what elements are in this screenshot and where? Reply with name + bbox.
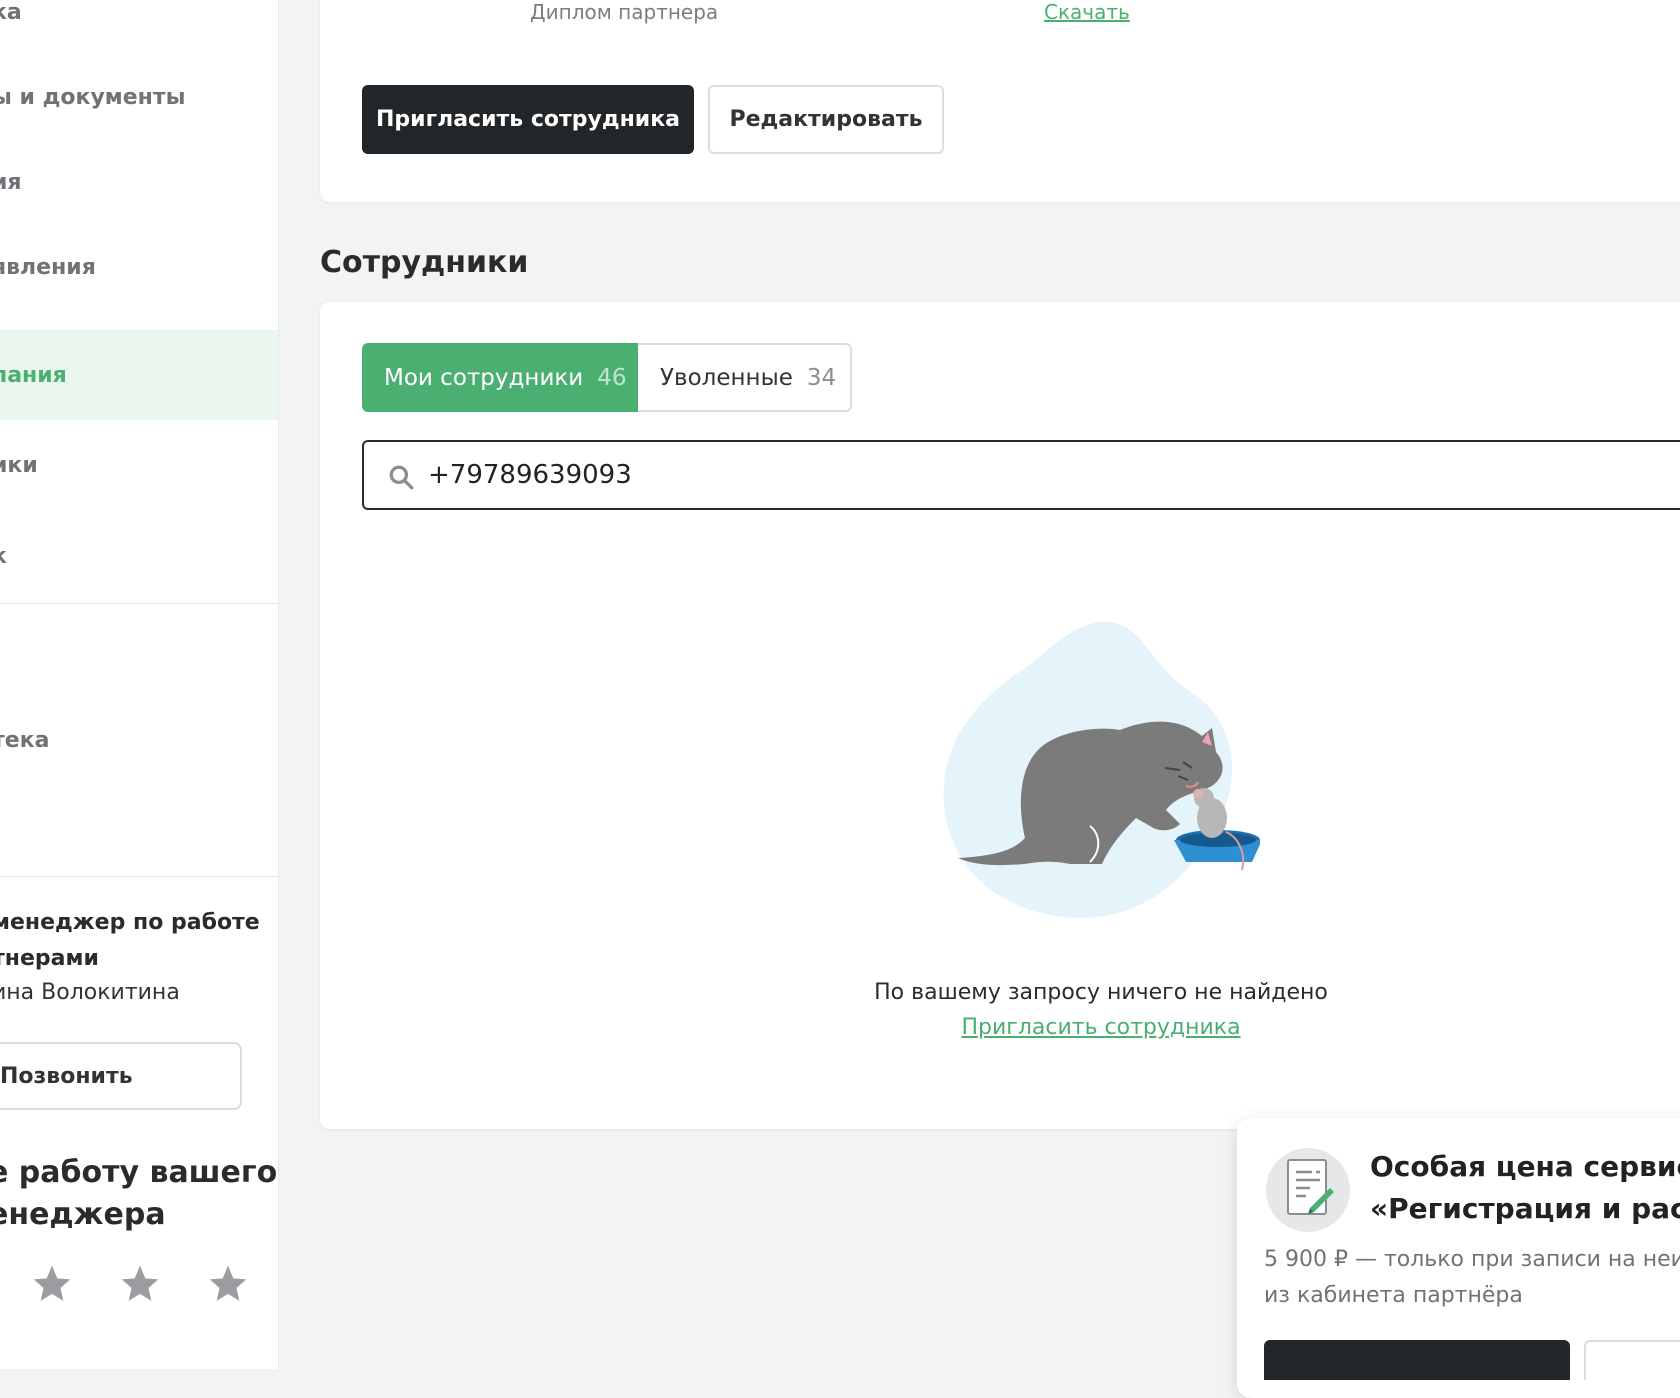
call-button[interactable]: Позвонить — [0, 1042, 242, 1110]
manager-name: ина Волокитина — [0, 980, 180, 1005]
sidebar: ка ы и документы ия явления пания ики к … — [0, 0, 279, 1369]
tab-dismissed[interactable]: Уволенные 34 — [638, 343, 852, 412]
star-icon[interactable] — [118, 1262, 162, 1306]
sidebar-divider — [0, 876, 278, 877]
search-icon — [389, 465, 414, 490]
sidebar-item-company[interactable]: пания — [0, 330, 278, 420]
employee-search[interactable] — [362, 440, 1680, 510]
sidebar-item-6[interactable]: к — [0, 511, 278, 601]
diploma-label: Диплом партнера — [530, 0, 719, 24]
star-icon[interactable] — [206, 1262, 250, 1306]
section-title: Сотрудники — [320, 245, 529, 280]
tab-count: 34 — [806, 364, 837, 391]
invite-employee-link[interactable]: Пригласить сотрудника — [700, 1015, 1502, 1040]
sidebar-divider — [0, 603, 278, 604]
rating-title: е работу вашего енеджера — [0, 1155, 278, 1232]
sidebar-item-7[interactable]: тека — [0, 695, 278, 785]
document-sign-icon — [1266, 1148, 1350, 1232]
empty-state-message: По вашему запросу ничего не найдено — [874, 980, 1328, 1005]
tab-my-employees[interactable]: Мои сотрудники 46 — [362, 343, 638, 412]
star-icon[interactable] — [30, 1262, 74, 1306]
invite-employee-button[interactable]: Пригласить сотрудника — [362, 85, 694, 154]
promo-secondary-button[interactable] — [1584, 1340, 1680, 1380]
rating-stars — [30, 1262, 250, 1306]
sidebar-item-2[interactable]: ия — [0, 137, 278, 227]
empty-state-illustration — [943, 621, 1260, 918]
sidebar-item-0[interactable]: ка — [0, 0, 278, 57]
employee-tabs: Мои сотрудники 46 Уволенные 34 — [362, 343, 852, 412]
download-link[interactable]: Скачать — [1044, 0, 1130, 24]
promo-title: Особая цена сервиса «Регистрация и расчё — [1370, 1150, 1680, 1225]
sidebar-item-1[interactable]: ы и документы — [0, 52, 278, 142]
search-input[interactable] — [428, 442, 1628, 508]
promo-text: 5 900 ₽ — только при записи на неиг из к… — [1264, 1247, 1680, 1308]
sidebar-item-5[interactable]: ики — [0, 420, 278, 510]
promo-primary-button[interactable] — [1264, 1340, 1570, 1380]
edit-button[interactable]: Редактировать — [708, 85, 944, 154]
manager-role: менеджер по работе тнерами — [0, 910, 260, 971]
tab-count: 46 — [597, 364, 627, 391]
sidebar-item-3[interactable]: явления — [0, 222, 278, 312]
